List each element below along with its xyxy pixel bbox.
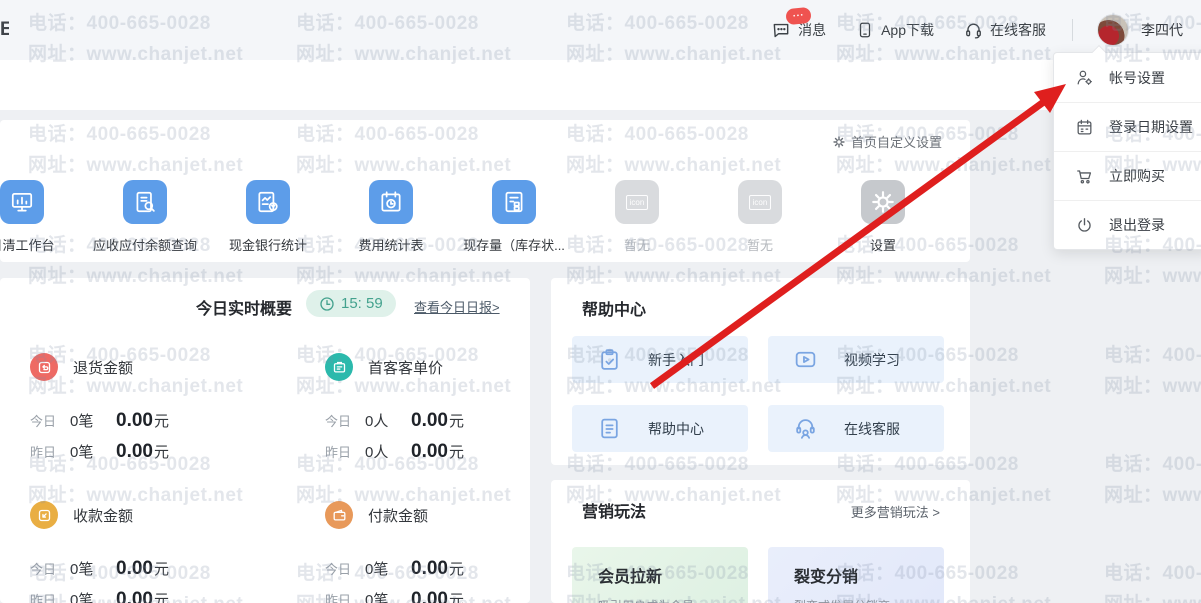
menu-item-account-settings[interactable]: 帐号设置: [1054, 53, 1201, 102]
user-avatar[interactable]: [1097, 14, 1129, 46]
customer-card-icon: [325, 353, 353, 381]
menu-item-login-date-settings[interactable]: 登录日期设置: [1054, 102, 1201, 151]
inventory-doc-icon: [492, 180, 536, 224]
more-marketing-link[interactable]: 更多营销玩法 >: [851, 502, 940, 521]
top-bar: E 消息 ... App下载 在线客服 李四代: [0, 0, 1201, 60]
shortcuts-card: 首页自定义设置 日清工作台 应收应付余额查询 现金银行统计: [0, 120, 970, 262]
app-download-button[interactable]: App下载: [856, 20, 934, 40]
stat-row: 今日 0笔 0.00 元: [30, 409, 169, 431]
cash-bank-chart-icon: [246, 180, 290, 224]
mobile-phone-icon: [856, 21, 874, 39]
message-icon: [771, 20, 791, 40]
help-tile-video-learning[interactable]: 视频学习: [768, 336, 944, 383]
shortcut-receivable-payable-balance[interactable]: 应收应付余额查询: [83, 180, 207, 254]
shortcut-cash-bank-stats[interactable]: 现金银行统计: [206, 180, 330, 254]
stat-return-amount: 退货金额 今日 0笔 0.00 元 昨日 0笔 0.00 元: [30, 353, 300, 467]
clipboard-check-icon: [597, 347, 622, 372]
stat-collection-amount: 收款金额 今日 0笔 0.00 元 昨日 0笔 0.00 元: [30, 501, 300, 603]
marketing-tile-fission-distribution[interactable]: 裂变分销 裂变式发展分销商: [768, 547, 944, 603]
online-service-label: 在线客服: [990, 22, 1046, 38]
stat-row: 今日 0笔 0.00 元: [30, 557, 169, 579]
shortcut-empty-slot-1[interactable]: icon 暂无: [575, 180, 699, 254]
shortcut-settings[interactable]: 设置: [821, 180, 945, 254]
calendar-icon: [1075, 118, 1094, 137]
workbench-monitor-icon: [0, 180, 44, 224]
marketing-card: 营销玩法 更多营销玩法 > 会员拉新 吸引用户成为会员 裂变分销 裂变式发展分销…: [551, 480, 970, 603]
shopping-cart-icon: [1075, 167, 1094, 186]
collection-arrow-icon: [30, 501, 58, 529]
clipped-menu-item: E: [0, 19, 9, 40]
marketing-title: 营销玩法: [582, 504, 647, 521]
gear-icon: [832, 135, 846, 149]
video-play-icon: [793, 347, 818, 372]
help-tile-beginner-guide[interactable]: 新手入门: [572, 336, 748, 383]
stat-row: 昨日 0笔 0.00 元: [30, 440, 169, 462]
placeholder-icon: icon: [615, 180, 659, 224]
watermark: 电话：400-665-0028网址：www.chanjet.net: [1104, 563, 1201, 603]
time-pill: 15: 59: [306, 290, 396, 317]
menu-item-logout[interactable]: 退出登录: [1054, 200, 1201, 249]
headset-icon: [964, 21, 983, 40]
shortcut-expense-report[interactable]: 费用统计表: [329, 180, 453, 254]
return-arrow-icon: [30, 353, 58, 381]
shortcut-empty-slot-2[interactable]: icon 暂无: [698, 180, 822, 254]
help-tile-help-center[interactable]: 帮助中心: [572, 405, 748, 452]
wallet-icon: [325, 501, 353, 529]
app-download-label: App下载: [881, 22, 934, 38]
help-center-title: 帮助中心: [582, 302, 647, 319]
today-overview-card: 今日实时概要 15: 59 查看今日日报> 退货金额 今日 0笔 0.00 元: [0, 278, 530, 603]
person-gear-icon: [1075, 68, 1094, 87]
overview-title: 今日实时概要: [196, 301, 293, 318]
help-center-card: 帮助中心 新手入门 视频学习 帮助中心 在线客服: [551, 278, 970, 465]
help-tile-online-service[interactable]: 在线客服: [768, 405, 944, 452]
service-headset-icon: [793, 416, 818, 441]
marketing-tile-member-acquisition[interactable]: 会员拉新 吸引用户成为会员: [572, 547, 748, 603]
user-dropdown-menu: 帐号设置 登录日期设置 立即购买 退出登录: [1053, 44, 1201, 250]
view-daily-report-link[interactable]: 查看今日日报>: [414, 297, 500, 316]
document-icon: [597, 416, 622, 441]
time-value: 15: 59: [341, 295, 383, 312]
power-icon: [1075, 216, 1094, 235]
clock-icon: [319, 296, 335, 312]
balance-search-icon: [123, 180, 167, 224]
shortcut-daily-workbench[interactable]: 日清工作台: [0, 180, 84, 254]
stat-row: 昨日 0笔 0.00 元: [30, 588, 169, 603]
messages-button[interactable]: 消息 ...: [771, 6, 826, 40]
home-customize-settings-link[interactable]: 首页自定义设置: [832, 132, 942, 151]
username[interactable]: 李四代: [1141, 20, 1183, 40]
settings-gear-icon: [861, 180, 905, 224]
online-service-button[interactable]: 在线客服: [964, 20, 1046, 40]
shortcut-inventory-status[interactable]: 现存量（库存状...: [452, 180, 576, 254]
header-band: [0, 60, 1201, 110]
menu-item-buy-now[interactable]: 立即购买: [1054, 151, 1201, 200]
expense-calendar-clock-icon: [369, 180, 413, 224]
watermark: 电话：400-665-0028网址：www.chanjet.net: [1104, 345, 1201, 397]
watermark: 电话：400-665-0028网址：www.chanjet.net: [1104, 454, 1201, 506]
placeholder-icon: icon: [738, 180, 782, 224]
topbar-divider: [1072, 19, 1073, 41]
